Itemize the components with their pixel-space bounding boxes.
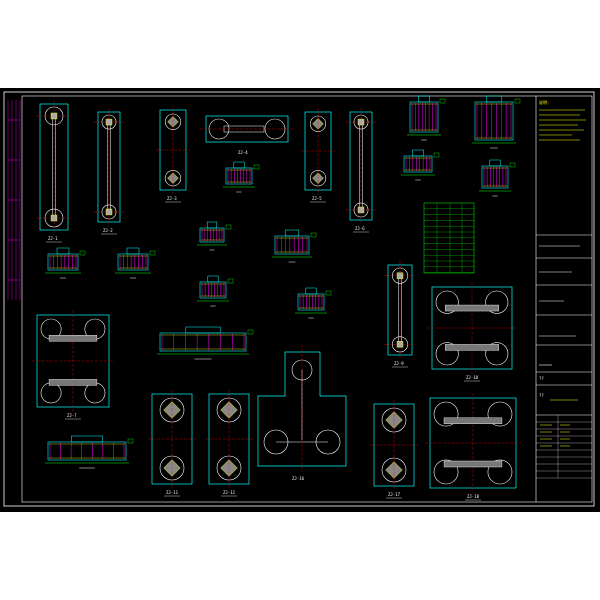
tie-beam: [48, 335, 98, 342]
column-stub: [357, 206, 365, 214]
footing-label: ZJ-16: [292, 476, 305, 481]
tie-beam: [48, 379, 98, 386]
footing-label: ZJ-1: [48, 236, 58, 241]
sheet-number: ??: [539, 393, 544, 398]
footing-label: ZJ-3: [167, 196, 177, 201]
column-stub: [50, 112, 58, 120]
footing-label: ZJ-9: [394, 361, 404, 366]
stamp-text: ??: [539, 376, 544, 381]
cad-drawing-canvas: 说明： ?? ?? ZJ-1 ZJ-2 ZJ-3 ZJ-5 ZJ-6 ZJ-7 …: [0, 0, 600, 600]
footing-label: ZJ-17: [388, 492, 401, 497]
footing-label: ZJ-4: [238, 150, 248, 155]
notes-title: 说明：: [539, 99, 551, 105]
tie-beam: [443, 417, 503, 424]
footing-label: ZJ-10: [466, 375, 479, 380]
footing-label: ZJ-5: [312, 196, 322, 201]
column-stub: [357, 118, 365, 126]
footing-label: ZJ-18: [467, 494, 480, 499]
column-stub: [105, 118, 113, 126]
column-stub: [396, 272, 404, 279]
tie-beam: [445, 344, 500, 351]
footing-label: ZJ-7: [67, 413, 77, 418]
footing-label: ZJ-12: [223, 490, 236, 495]
tie-beam: [445, 304, 500, 312]
column-stub: [105, 208, 113, 216]
tie-beam: [443, 460, 503, 468]
footing-label: ZJ-11: [166, 490, 179, 495]
footing-label: ZJ-2: [103, 228, 113, 233]
foundation-detail-drawing: 说明： ?? ?? ZJ-1ZJ-2ZJ-3 ZJ-5ZJ-6ZJ-7ZJ-9Z…: [0, 88, 600, 512]
footing-label: ZJ-6: [355, 226, 365, 231]
column-stub: [50, 214, 58, 222]
column-stub: [396, 341, 404, 348]
